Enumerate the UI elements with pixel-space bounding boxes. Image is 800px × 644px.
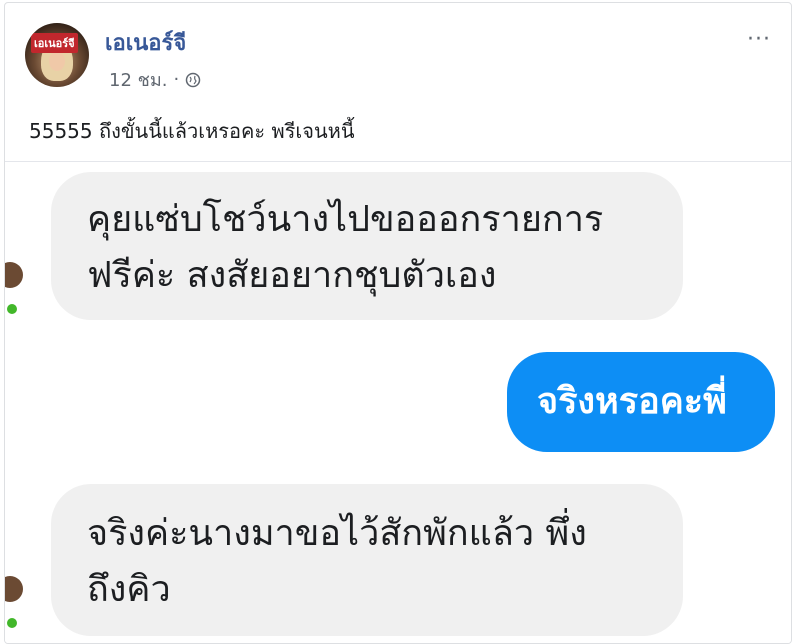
post-meta: 12 ชม. · — [109, 65, 201, 94]
message-line: ถึงคิว — [87, 569, 171, 610]
avatar-logo-text: เอเนอร์จี — [31, 33, 78, 53]
message-line: จริงค่ะนางมาขอไว้สักพักแล้ว พึ่ง — [87, 513, 587, 554]
chat-bubble-received: จริงค่ะนางมาขอไว้สักพักแล้ว พึ่ง ถึงคิว — [51, 484, 683, 636]
globe-icon[interactable] — [185, 72, 201, 88]
author-avatar[interactable]: เอเนอร์จี — [25, 23, 89, 87]
sender-avatar — [5, 576, 23, 602]
message-line: จริงหรอคะพี่ — [537, 381, 727, 422]
avatar-face — [49, 51, 65, 71]
chat-screenshot: คุยแซ่บโชว์นางไปขอออกรายการ ฟรีค่ะ สงสัย… — [5, 162, 791, 643]
online-status-dot — [5, 616, 19, 630]
online-status-dot — [5, 302, 19, 316]
message-line: คุยแซ่บโชว์นางไปขอออกรายการ — [87, 199, 604, 240]
meta-separator: · — [173, 69, 180, 90]
more-options-icon[interactable]: ··· — [747, 27, 771, 52]
post-timestamp[interactable]: 12 ชม. — [109, 65, 167, 94]
post-text: 55555 ถึงขั้นนี้แล้วเหรอคะ พรีเจนหนี้ — [29, 119, 355, 143]
chat-bubble-received: คุยแซ่บโชว์นางไปขอออกรายการ ฟรีค่ะ สงสัย… — [51, 172, 683, 320]
sender-avatar — [5, 262, 23, 288]
message-line: ฟรีค่ะ สงสัยอยากชุบตัวเอง — [87, 255, 497, 296]
post-header: เอเนอร์จี เอเนอร์จี 12 ชม. · ··· 55555 ถ… — [5, 3, 791, 159]
author-name-link[interactable]: เอเนอร์จี — [105, 25, 186, 60]
chat-bubble-sent: จริงหรอคะพี่ — [507, 352, 775, 452]
facebook-post-card: เอเนอร์จี เอเนอร์จี 12 ชม. · ··· 55555 ถ… — [4, 2, 792, 644]
